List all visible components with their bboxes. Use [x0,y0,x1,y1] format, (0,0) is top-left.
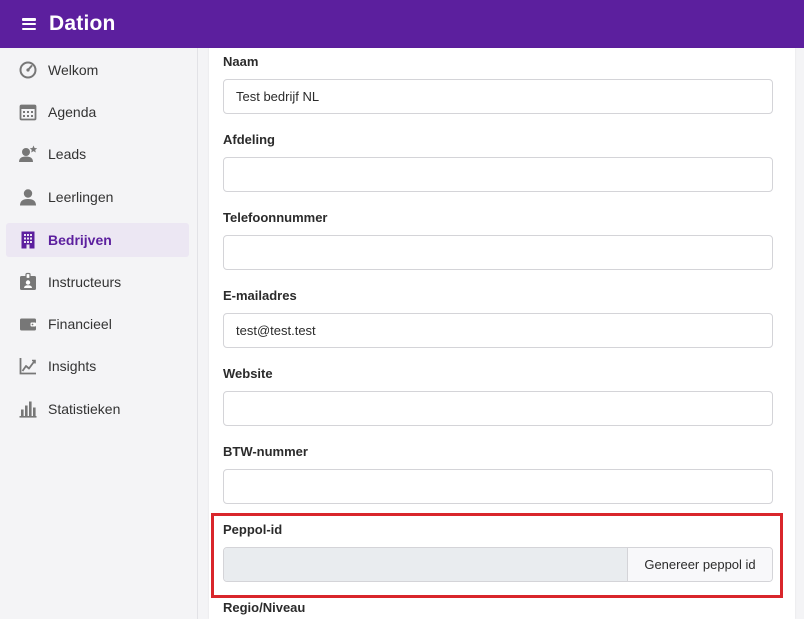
telefoonnummer-label: Telefoonnummer [223,210,328,225]
sidebar-item-insights[interactable]: Insights [6,349,189,383]
afdeling-input[interactable] [223,157,773,192]
sidebar-item-financieel[interactable]: Financieel [6,307,189,341]
peppol-id-input[interactable] [224,548,627,581]
sidebar-item-leerlingen[interactable]: Leerlingen [6,180,189,214]
brand-logo[interactable]: Dation [49,12,116,36]
naam-input[interactable] [223,79,773,114]
user-star-icon [18,144,38,164]
sidebar-item-bedrijven[interactable]: Bedrijven [6,223,189,257]
user-icon [18,187,38,207]
sidebar-item-leads[interactable]: Leads [6,137,189,171]
generate-peppol-id-button[interactable]: Genereer peppol id [627,548,772,581]
sidebar-item-label: Instructeurs [48,274,122,290]
sidebar-item-agenda[interactable]: Agenda [6,95,189,129]
btw-nummer-label: BTW-nummer [223,444,308,459]
email-label: E-mailadres [223,288,297,303]
email-input[interactable] [223,313,773,348]
sidebar-item-label: Leads [48,146,87,162]
speedometer-icon [18,60,38,80]
bar-chart-icon [18,399,38,419]
website-input[interactable] [223,391,773,426]
sidebar-item-label: Bedrijven [48,232,112,248]
sidebar-item-label: Welkom [48,62,99,78]
sidebar-item-label: Leerlingen [48,189,114,205]
naam-label: Naam [223,54,259,69]
sidebar-item-label: Insights [48,358,97,374]
calendar-icon [18,102,38,122]
sidebar-item-welkom[interactable]: Welkom [6,53,189,87]
id-badge-icon [18,272,38,292]
sidebar-item-instructeurs[interactable]: Instructeurs [6,265,189,299]
telefoonnummer-input[interactable] [223,235,773,270]
btw-nummer-input[interactable] [223,469,773,504]
sidebar: Welkom Agenda Leads Leerlingen Bedrijven… [0,48,198,619]
wallet-icon [18,314,38,334]
regio-niveau-label: Regio/Niveau [223,600,306,615]
top-bar: Dation [0,0,804,48]
line-chart-icon [18,356,38,376]
afdeling-label: Afdeling [223,132,275,147]
peppol-id-label: Peppol-id [223,522,283,537]
website-label: Website [223,366,273,381]
hamburger-menu-icon[interactable] [22,18,36,30]
sidebar-item-label: Statistieken [48,401,121,417]
sidebar-item-label: Agenda [48,104,97,120]
building-icon [18,230,38,250]
sidebar-item-label: Financieel [48,316,112,332]
sidebar-item-statistieken[interactable]: Statistieken [6,392,189,426]
peppol-input-group: Genereer peppol id [223,547,773,582]
